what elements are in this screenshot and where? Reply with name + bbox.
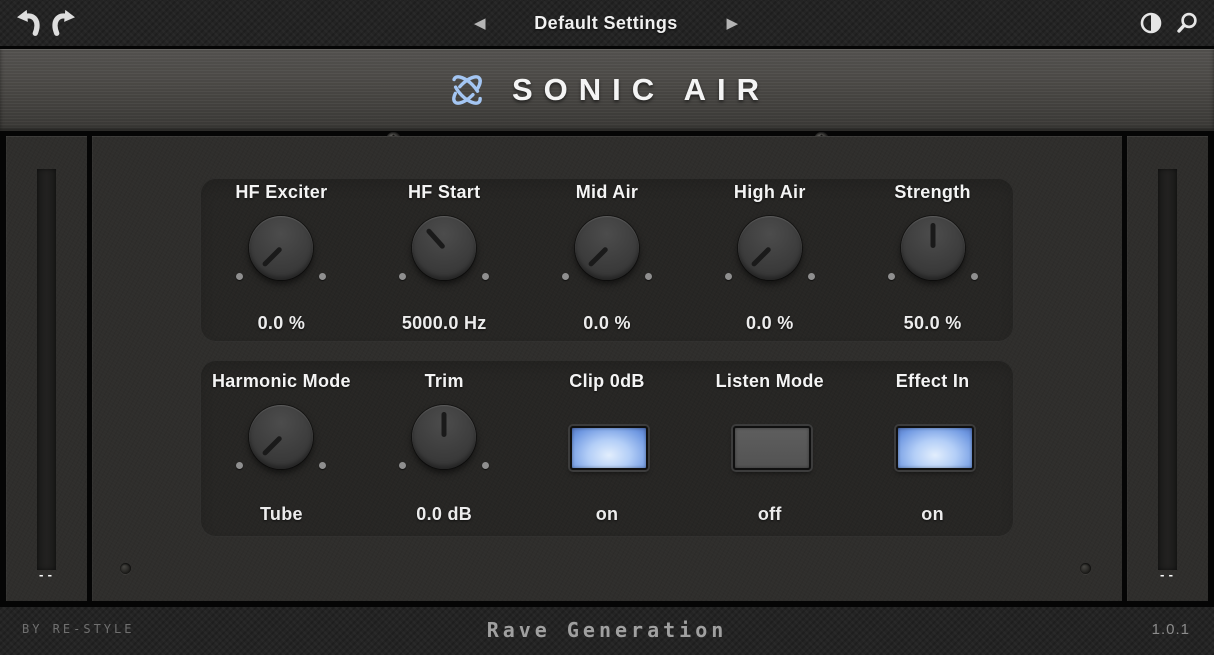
- control-trim: Trim 0.0 dB: [363, 360, 526, 537]
- knob-pointer: [930, 223, 935, 248]
- control-label: High Air: [688, 182, 851, 203]
- hf-start-knob[interactable]: [412, 216, 476, 280]
- redo-button[interactable]: [47, 7, 79, 39]
- plugin-title: Rave Generation: [0, 618, 1214, 642]
- knob-pointer: [426, 228, 446, 250]
- knob-min-dot: [562, 273, 569, 280]
- preset-next-icon[interactable]: ▶: [720, 12, 744, 35]
- control-label: Clip 0dB: [526, 371, 689, 392]
- knob-min-dot: [725, 273, 732, 280]
- control-value: 0.0 dB: [363, 504, 526, 525]
- control-group-mode: Harmonic Mode Tube Trim 0.0 dB Clip 0dB …: [200, 360, 1014, 537]
- control-label: Listen Mode: [688, 371, 851, 392]
- right-meter-readout: --: [1127, 569, 1208, 582]
- listen-mode-toggle[interactable]: [733, 426, 811, 470]
- control-harmonic-mode: Harmonic Mode Tube: [200, 360, 363, 537]
- control-value: 0.0 %: [688, 313, 851, 334]
- knob-min-dot: [236, 273, 243, 280]
- brand-title: SONIC AIR: [512, 72, 770, 108]
- knob-pointer: [588, 246, 609, 267]
- knob-max-dot: [319, 273, 326, 280]
- knob-min-dot: [399, 462, 406, 469]
- brand: SONIC AIR: [0, 49, 1214, 131]
- control-hf-exciter: HF Exciter 0.0 %: [200, 178, 363, 342]
- brand-header: SONIC AIR: [0, 49, 1214, 131]
- control-effect-in: Effect In on: [851, 360, 1014, 537]
- control-value: 5000.0 Hz: [363, 313, 526, 334]
- control-strength: Strength 50.0 %: [851, 178, 1014, 342]
- mid-air-knob[interactable]: [575, 216, 639, 280]
- right-level-meter: [1158, 169, 1177, 570]
- left-level-meter: [37, 169, 56, 570]
- control-listen-mode: Listen Mode off: [688, 360, 851, 537]
- knob-pointer: [750, 246, 771, 267]
- contrast-icon: [1139, 11, 1163, 35]
- top-toolbar: ◀ Default Settings ▶: [0, 0, 1214, 46]
- undo-button[interactable]: [13, 7, 45, 39]
- preset-name[interactable]: Default Settings: [534, 13, 677, 34]
- control-value: 50.0 %: [851, 313, 1014, 334]
- knob-max-dot: [482, 273, 489, 280]
- control-hf-start: HF Start 5000.0 Hz: [363, 178, 526, 342]
- effect-in-toggle[interactable]: [896, 426, 974, 470]
- control-label: HF Start: [363, 182, 526, 203]
- control-label: HF Exciter: [200, 182, 363, 203]
- control-value: on: [851, 504, 1014, 525]
- strength-knob[interactable]: [901, 216, 965, 280]
- clip-0db-toggle[interactable]: [570, 426, 648, 470]
- contrast-toggle-button[interactable]: [1136, 7, 1166, 39]
- footer-bar: BY RE-STYLE Rave Generation 1.0.1: [0, 607, 1214, 655]
- control-value: Tube: [200, 504, 363, 525]
- right-meter-panel: --: [1127, 136, 1208, 601]
- control-value: on: [526, 504, 689, 525]
- knob-pointer: [262, 246, 283, 267]
- knob-group-air: HF Exciter 0.0 % HF Start 5000.0 Hz Mid …: [200, 178, 1014, 342]
- undo-icon: [13, 7, 45, 39]
- knob-max-dot: [482, 462, 489, 469]
- main-panel: HF Exciter 0.0 % HF Start 5000.0 Hz Mid …: [92, 136, 1122, 601]
- knob-max-dot: [319, 462, 326, 469]
- control-label: Strength: [851, 182, 1014, 203]
- control-value: off: [688, 504, 851, 525]
- knob-pointer: [442, 412, 447, 437]
- harmonic-mode-knob[interactable]: [249, 405, 313, 469]
- redo-icon: [47, 7, 79, 39]
- control-label: Effect In: [851, 371, 1014, 392]
- left-meter-readout: --: [6, 569, 87, 582]
- zoom-button[interactable]: [1172, 7, 1202, 39]
- knob-max-dot: [808, 273, 815, 280]
- control-value: 0.0 %: [200, 313, 363, 334]
- preset-navigator: ◀ Default Settings ▶: [468, 0, 744, 46]
- knob-pointer: [262, 435, 283, 456]
- control-value: 0.0 %: [526, 313, 689, 334]
- control-clip-0db: Clip 0dB on: [526, 360, 689, 537]
- magnifier-icon: [1175, 11, 1199, 35]
- left-meter-panel: --: [6, 136, 87, 601]
- hf-exciter-knob[interactable]: [249, 216, 313, 280]
- screw-icon: [1080, 563, 1091, 574]
- knob-max-dot: [971, 273, 978, 280]
- high-air-knob[interactable]: [738, 216, 802, 280]
- version-label: 1.0.1: [1152, 621, 1190, 638]
- control-label: Harmonic Mode: [200, 371, 363, 392]
- control-label: Mid Air: [526, 182, 689, 203]
- trim-knob[interactable]: [412, 405, 476, 469]
- screw-icon: [120, 563, 131, 574]
- orbit-logo-icon: [444, 67, 490, 113]
- control-high-air: High Air 0.0 %: [688, 178, 851, 342]
- knob-max-dot: [645, 273, 652, 280]
- knob-min-dot: [888, 273, 895, 280]
- control-label: Trim: [363, 371, 526, 392]
- control-mid-air: Mid Air 0.0 %: [526, 178, 689, 342]
- preset-prev-icon[interactable]: ◀: [468, 12, 492, 35]
- knob-min-dot: [399, 273, 406, 280]
- knob-min-dot: [236, 462, 243, 469]
